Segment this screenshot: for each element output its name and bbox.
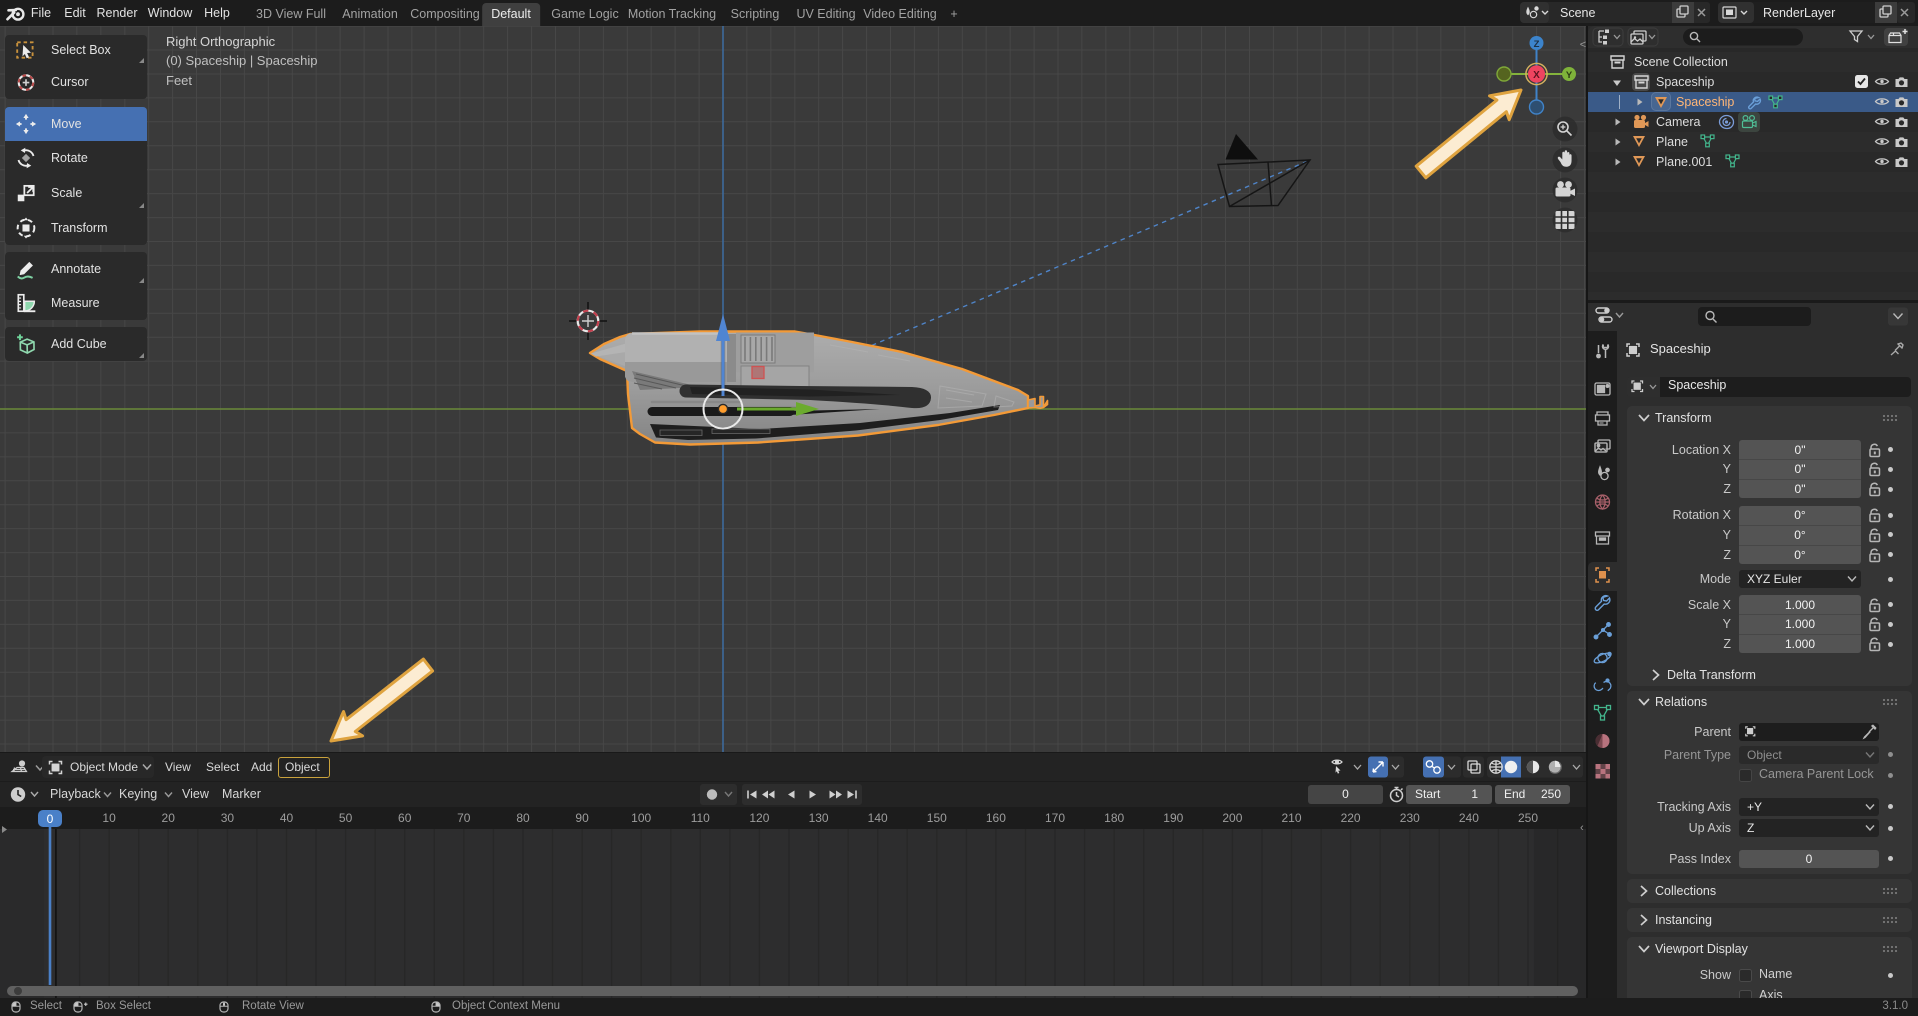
svg-text:120: 120 — [749, 811, 769, 825]
svg-text:Z: Z — [1534, 39, 1540, 50]
svg-text:230: 230 — [1400, 811, 1420, 825]
svg-text:160: 160 — [986, 811, 1006, 825]
svg-text:RenderLayer: RenderLayer — [1763, 6, 1835, 20]
svg-text:170: 170 — [1045, 811, 1065, 825]
svg-text:X: X — [1533, 70, 1540, 81]
svg-text:Scene: Scene — [1560, 6, 1595, 20]
svg-text:10: 10 — [102, 811, 116, 825]
svg-text:20: 20 — [162, 811, 176, 825]
svg-text:80: 80 — [516, 811, 530, 825]
svg-text:190: 190 — [1163, 811, 1183, 825]
svg-text:220: 220 — [1341, 811, 1361, 825]
svg-text:210: 210 — [1281, 811, 1301, 825]
svg-text:70: 70 — [457, 811, 471, 825]
svg-text:200: 200 — [1222, 811, 1242, 825]
svg-text:110: 110 — [691, 811, 710, 825]
svg-text:150: 150 — [927, 811, 947, 825]
svg-text:‹: ‹ — [1580, 822, 1584, 834]
svg-text:250: 250 — [1518, 811, 1538, 825]
svg-text:40: 40 — [280, 811, 294, 825]
svg-text:60: 60 — [398, 811, 412, 825]
svg-text:100: 100 — [631, 811, 651, 825]
svg-text:30: 30 — [221, 811, 235, 825]
svg-text:140: 140 — [868, 811, 888, 825]
svg-text:130: 130 — [809, 811, 829, 825]
svg-text:90: 90 — [575, 811, 589, 825]
svg-text:50: 50 — [339, 811, 353, 825]
svg-text:180: 180 — [1104, 811, 1124, 825]
svg-text:240: 240 — [1459, 811, 1479, 825]
svg-text:0: 0 — [47, 812, 54, 826]
svg-text:Y: Y — [1566, 70, 1573, 81]
